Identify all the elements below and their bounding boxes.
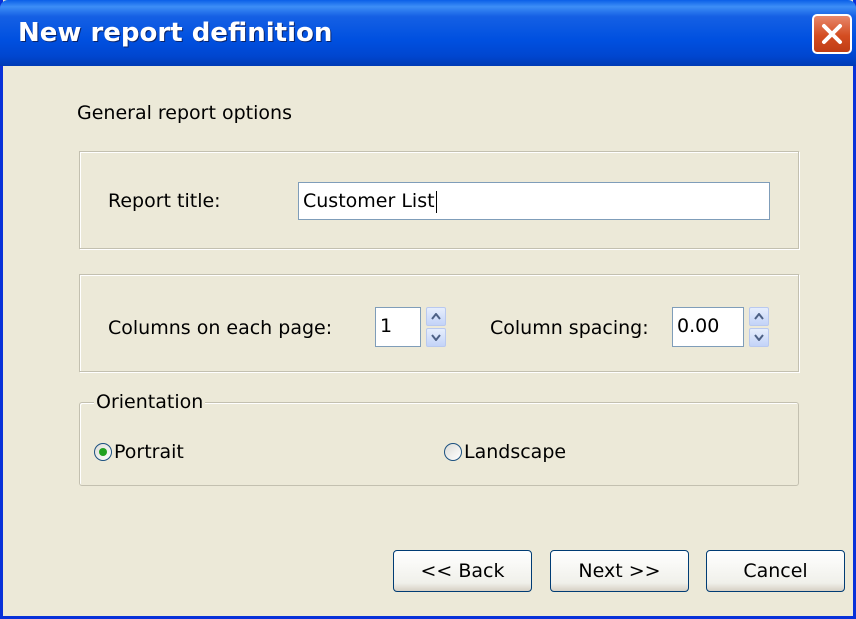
report-title-value: Customer List bbox=[303, 190, 435, 212]
dialog-window: New report definition General report opt… bbox=[0, 0, 856, 619]
columns-input[interactable]: 1 bbox=[375, 307, 421, 347]
spacing-input[interactable]: 0.00 bbox=[672, 307, 744, 347]
orientation-legend: Orientation bbox=[94, 391, 206, 413]
spacing-label: Column spacing: bbox=[490, 317, 649, 339]
spacing-down-button[interactable] bbox=[749, 328, 769, 347]
text-caret bbox=[435, 190, 437, 213]
title-bar[interactable]: New report definition bbox=[0, 0, 856, 66]
arrow-down-icon bbox=[431, 334, 441, 341]
landscape-label: Landscape bbox=[464, 441, 567, 463]
columns-up-button[interactable] bbox=[426, 307, 446, 326]
next-button[interactable]: Next >> bbox=[550, 550, 689, 592]
spacing-up-button[interactable] bbox=[749, 307, 769, 326]
arrow-up-icon bbox=[754, 313, 764, 320]
columns-label: Columns on each page: bbox=[108, 317, 333, 339]
portrait-label: Portrait bbox=[114, 441, 184, 463]
radio-icon bbox=[444, 443, 462, 461]
radio-selected-dot bbox=[99, 448, 107, 456]
window-title: New report definition bbox=[18, 18, 333, 48]
orientation-group: Orientation Portrait Landscape bbox=[79, 391, 799, 486]
columns-panel: Columns on each page: 1 Column spacing: … bbox=[79, 274, 799, 372]
section-title: General report options bbox=[77, 102, 292, 124]
dialog-content: General report options Report title: Cus… bbox=[3, 66, 853, 616]
arrow-down-icon bbox=[754, 334, 764, 341]
landscape-radio[interactable]: Landscape bbox=[444, 441, 566, 463]
columns-down-button[interactable] bbox=[426, 328, 446, 347]
report-title-label: Report title: bbox=[108, 190, 221, 212]
radio-icon bbox=[94, 443, 112, 461]
arrow-up-icon bbox=[431, 313, 441, 320]
close-icon bbox=[822, 24, 842, 44]
spacing-stepper bbox=[749, 307, 769, 347]
columns-stepper bbox=[426, 307, 446, 347]
report-title-panel: Report title: Customer List bbox=[79, 151, 799, 249]
close-button[interactable] bbox=[812, 14, 852, 54]
report-title-input[interactable]: Customer List bbox=[298, 182, 770, 220]
cancel-button[interactable]: Cancel bbox=[706, 550, 845, 592]
back-button[interactable]: << Back bbox=[393, 550, 532, 592]
portrait-radio[interactable]: Portrait bbox=[94, 441, 184, 463]
